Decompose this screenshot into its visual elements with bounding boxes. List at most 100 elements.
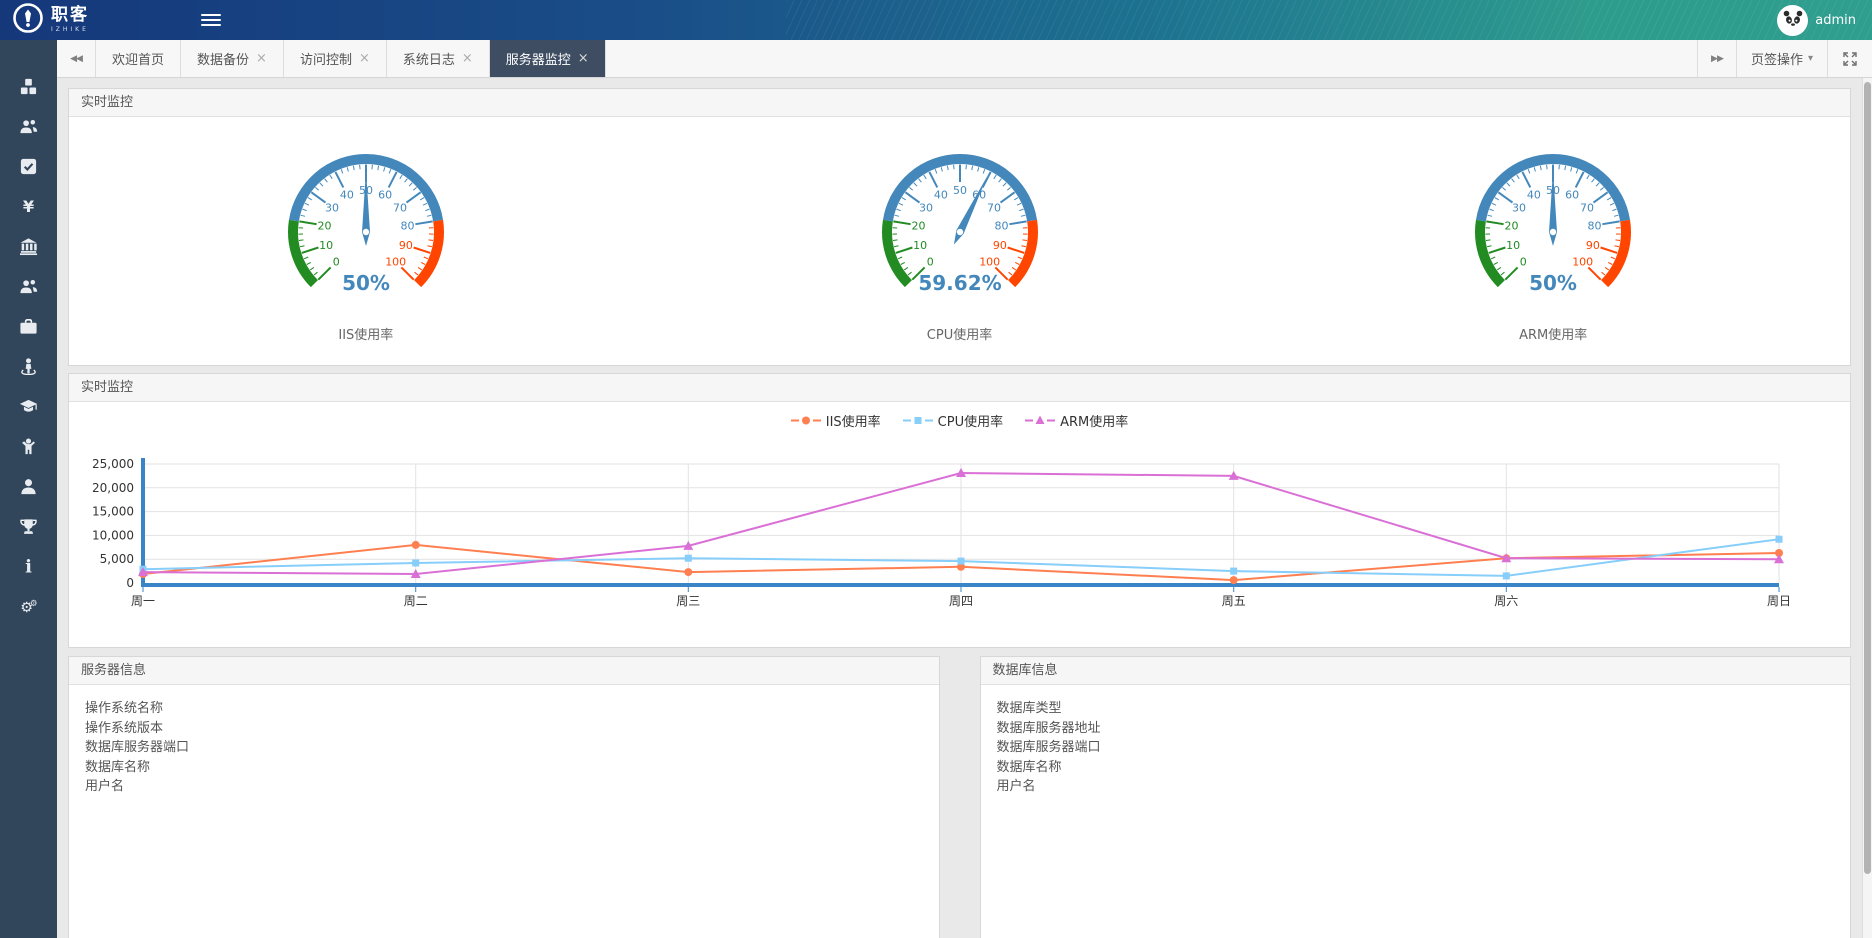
info-item: 用户名	[85, 777, 923, 797]
info-item: 数据库类型	[997, 699, 1835, 719]
info-item: 数据库服务器地址	[997, 719, 1835, 739]
tab-label: 服务器监控	[506, 49, 571, 68]
vertical-scrollbar[interactable]	[1862, 78, 1872, 938]
sidebar-item-cubes[interactable]	[0, 66, 57, 106]
gauge-dial: 010203040506070809010059.62%	[840, 127, 1080, 312]
user-menu[interactable]: admin	[1777, 5, 1856, 36]
graduation-cap-icon	[19, 397, 38, 416]
svg-text:90: 90	[1586, 239, 1600, 252]
tab-close-icon[interactable]: ×	[359, 52, 370, 65]
info-item: 数据库服务器端口	[85, 738, 923, 758]
svg-text:50: 50	[953, 184, 967, 197]
trophy-icon	[19, 517, 38, 536]
scrollbar-thumb[interactable]	[1864, 82, 1871, 874]
check-square-icon	[19, 157, 38, 176]
svg-text:周日: 周日	[1767, 594, 1791, 608]
legend-item-CPU使用率[interactable]: CPU使用率	[903, 411, 1003, 430]
gauges-panel: 实时监控 010203040506070809010050%IIS使用率0102…	[68, 88, 1851, 366]
tab-item[interactable]: 数据备份×	[181, 40, 284, 77]
legend-marker-icon	[791, 414, 821, 427]
gears-icon: ⚙⚙	[19, 597, 38, 616]
user-avatar	[1777, 5, 1808, 36]
gauge-ARM使用率: 010203040506070809010050%ARM使用率	[1256, 117, 1850, 365]
gauge-title: IIS使用率	[338, 324, 393, 343]
svg-text:40: 40	[340, 189, 354, 202]
sidebar-item-yen[interactable]: ¥	[0, 186, 57, 226]
svg-text:0: 0	[333, 256, 340, 269]
svg-text:10: 10	[319, 239, 333, 252]
fullscreen-button[interactable]	[1827, 40, 1872, 77]
tab-item[interactable]: 服务器监控 ×	[490, 40, 606, 77]
top-navbar: 职客 IZHIKE admin	[0, 0, 1872, 40]
child-icon	[19, 437, 38, 456]
svg-text:100: 100	[385, 256, 406, 269]
svg-text:20: 20	[317, 219, 331, 232]
tab-item[interactable]: 欢迎首页	[96, 40, 181, 77]
svg-text:10: 10	[1506, 239, 1520, 252]
tab-label: 欢迎首页	[112, 49, 164, 68]
svg-text:40: 40	[933, 189, 947, 202]
svg-text:20,000: 20,000	[92, 481, 134, 495]
svg-text:25,000: 25,000	[92, 457, 134, 471]
sidebar-item-graduation-cap[interactable]	[0, 386, 57, 426]
tab-operations-dropdown[interactable]: 页签操作 ▾	[1736, 40, 1827, 77]
db-info-list: 数据库类型数据库服务器地址数据库服务器端口数据库名称用户名	[981, 685, 1851, 811]
line-chart-panel-title: 实时监控	[69, 374, 1850, 402]
svg-text:59.62%: 59.62%	[918, 271, 1001, 295]
sidebar-menu: ¥ i ⚙⚙	[0, 40, 57, 626]
sidebar-item-check-square[interactable]	[0, 146, 57, 186]
line-chart-panel: 实时监控 IIS使用率CPU使用率ARM使用率 05,00010,00015,0…	[68, 373, 1851, 648]
gauge-dial: 010203040506070809010050%	[1433, 127, 1673, 312]
svg-text:60: 60	[1565, 189, 1579, 202]
tab-item[interactable]: 访问控制×	[284, 40, 387, 77]
svg-text:80: 80	[994, 219, 1008, 232]
tab-close-icon[interactable]: ×	[578, 52, 589, 65]
gauge-title: ARM使用率	[1519, 324, 1587, 343]
sidebar-item-child[interactable]	[0, 426, 57, 466]
svg-text:20: 20	[1505, 219, 1519, 232]
legend-item-IIS使用率[interactable]: IIS使用率	[791, 411, 881, 430]
info-item: 操作系统版本	[85, 719, 923, 739]
svg-text:周四: 周四	[949, 594, 973, 608]
tab-close-icon[interactable]: ×	[462, 52, 473, 65]
legend-item-ARM使用率[interactable]: ARM使用率	[1025, 411, 1128, 430]
legend-label: CPU使用率	[938, 411, 1003, 430]
briefcase-icon	[19, 317, 38, 336]
svg-text:30: 30	[325, 201, 339, 214]
svg-text:100: 100	[1572, 256, 1593, 269]
sidebar-item-user[interactable]	[0, 466, 57, 506]
tabs-scroll-right-button[interactable]: ▶▶	[1697, 40, 1736, 77]
svg-text:50%: 50%	[1529, 271, 1577, 295]
svg-text:100: 100	[979, 256, 1000, 269]
svg-text:i: i	[25, 557, 32, 576]
svg-text:60: 60	[378, 189, 392, 202]
tab-bar: ◀◀ 欢迎首页数据备份×访问控制×系统日志× 服务器监控 × ▶▶ 页签操作 ▾	[57, 40, 1872, 78]
tabs-scroll-left-button[interactable]: ◀◀	[57, 40, 96, 77]
server-info-list: 操作系统名称操作系统版本数据库服务器端口数据库名称用户名	[69, 685, 939, 811]
tab-item[interactable]: 系统日志×	[387, 40, 490, 77]
tab-operations-label: 页签操作	[1751, 49, 1803, 68]
tab-close-icon[interactable]: ×	[256, 52, 267, 65]
sidebar-item-gears[interactable]: ⚙⚙	[0, 586, 57, 626]
info-item: 数据库名称	[85, 758, 923, 778]
tab-list: 欢迎首页数据备份×访问控制×系统日志× 服务器监控 ×	[96, 40, 606, 77]
svg-text:0: 0	[1520, 256, 1527, 269]
legend-label: IIS使用率	[826, 411, 881, 430]
sidebar-item-street-view[interactable]	[0, 346, 57, 386]
brand-logo[interactable]: 职客 IZHIKE	[12, 2, 89, 38]
sidebar-item-info[interactable]: i	[0, 546, 57, 586]
sidebar-item-users-group[interactable]	[0, 266, 57, 306]
svg-text:40: 40	[1527, 189, 1541, 202]
svg-text:周二: 周二	[404, 594, 428, 608]
svg-text:周三: 周三	[676, 594, 700, 608]
legend-marker-icon	[903, 414, 933, 427]
sidebar-toggle-button[interactable]	[201, 11, 221, 29]
gauge-title: CPU使用率	[927, 324, 992, 343]
gauges-row: 010203040506070809010050%IIS使用率010203040…	[69, 117, 1850, 365]
sidebar-item-bank[interactable]	[0, 226, 57, 266]
svg-text:10: 10	[913, 239, 927, 252]
sidebar-item-briefcase[interactable]	[0, 306, 57, 346]
sidebar-item-users[interactable]	[0, 106, 57, 146]
svg-text:⚙: ⚙	[30, 599, 38, 609]
sidebar-item-trophy[interactable]	[0, 506, 57, 546]
